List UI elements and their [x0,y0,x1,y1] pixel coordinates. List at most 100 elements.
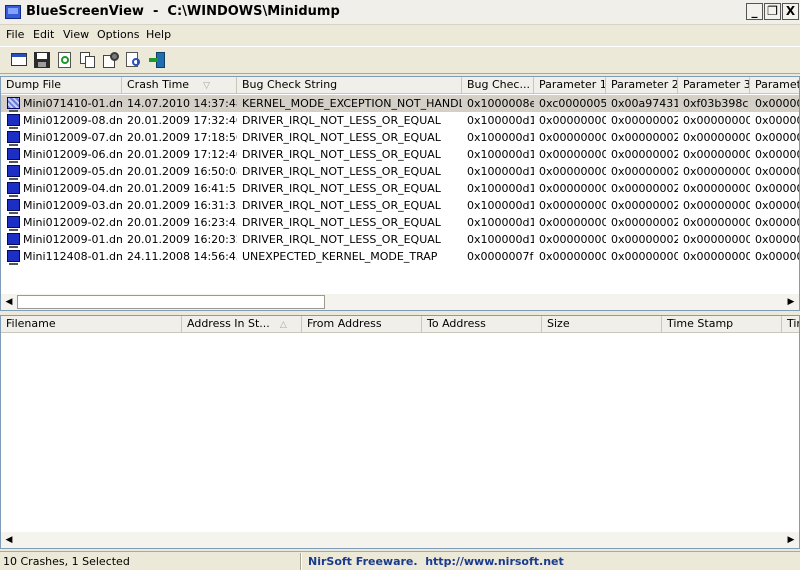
driver-list-hscrollbar[interactable]: ◀ ▶ [1,532,799,548]
cell-dump-file: Mini012009-08.dmp [23,114,122,127]
column-parameter-2[interactable]: Parameter 2 [606,77,678,94]
cell-bug-check-string: DRIVER_IRQL_NOT_LESS_OR_EQUAL [242,114,441,127]
find-icon[interactable] [125,51,143,69]
driver-list-header: Filename Address In St... △ From Address … [1,316,799,333]
driver-list[interactable]: Filename Address In St... △ From Address … [0,315,800,549]
cell-parameter-4: 0x000000 [755,97,799,110]
cell-dump-file: Mini012009-02.dmp [23,216,122,229]
column-parameter-3[interactable]: Parameter 3 [678,77,750,94]
column-filename[interactable]: Filename [1,316,182,333]
table-row[interactable]: Mini112408-01.dmp 24.11.2008 14:56:45 UNEX… [1,248,799,265]
cell-parameter-1: 0xc0000005 [539,97,606,110]
cell-bug-check-code: 0x100000d1 [467,233,534,246]
column-time-stamp[interactable]: Time Stamp [662,316,782,333]
cell-dump-file: Mini071410-01.dmp [23,97,122,110]
cell-bug-check-string: DRIVER_IRQL_NOT_LESS_OR_EQUAL [242,233,441,246]
cell-parameter-3: 0x00000000 [683,131,750,144]
scroll-right-icon[interactable]: ▶ [783,532,799,548]
cell-crash-time: 20.01.2009 16:50:08 [127,165,237,178]
cell-parameter-4: 0x000000 [755,148,799,161]
cell-bug-check-code: 0x100000d1 [467,199,534,212]
cell-dump-file: Mini012009-01.dmp [23,233,122,246]
cell-bug-check-string: DRIVER_IRQL_NOT_LESS_OR_EQUAL [242,131,441,144]
scroll-left-icon[interactable]: ◀ [1,294,17,310]
menu-edit[interactable]: Edit [33,28,54,41]
cell-crash-time: 20.01.2009 16:41:51 [127,182,237,195]
cell-bug-check-string: KERNEL_MODE_EXCEPTION_NOT_HANDLED [242,97,462,110]
cell-parameter-2: 0x00000002 [611,114,678,127]
column-bug-check-string[interactable]: Bug Check String [237,77,462,94]
menu-options[interactable]: Options [97,28,139,41]
cell-bug-check-string: UNEXPECTED_KERNEL_MODE_TRAP [242,250,438,263]
cell-crash-time: 14.07.2010 14:37:48 [127,97,237,110]
cell-parameter-4: 0x000000 [755,131,799,144]
table-row[interactable]: Mini012009-01.dmp 20.01.2009 16:20:32 DRIV… [1,231,799,248]
cell-crash-time: 20.01.2009 17:32:40 [127,114,237,127]
column-dump-file[interactable]: Dump File [1,77,122,94]
cell-parameter-3: 0xf03b398c [683,97,749,110]
cell-dump-file: Mini112408-01.dmp [23,250,122,263]
scroll-right-icon[interactable]: ▶ [783,294,799,310]
scroll-thumb[interactable] [17,295,325,309]
column-parameter-1[interactable]: Parameter 1 [534,77,606,94]
menu-view[interactable]: View [63,28,89,41]
column-address-in-stack-label: Address In St... [187,317,270,330]
cell-bug-check-code: 0x1000008e [467,97,534,110]
cell-parameter-2: 0x00000002 [611,165,678,178]
save-icon[interactable] [33,51,51,69]
refresh-icon[interactable] [56,51,74,69]
cell-bug-check-code: 0x0000007f [467,250,534,263]
menu-file[interactable]: File [6,28,24,41]
dump-list[interactable]: Dump File Crash Time ▽ Bug Check String B… [0,76,800,311]
cell-parameter-1: 0x00000000 [539,233,606,246]
copy-icon[interactable] [79,51,97,69]
menu-bar: File Edit View Options Help [0,25,800,45]
column-to-address[interactable]: To Address [422,316,542,333]
cell-dump-file: Mini012009-06.dmp [23,148,122,161]
scroll-left-icon[interactable]: ◀ [1,532,17,548]
column-from-address[interactable]: From Address [302,316,422,333]
table-row[interactable]: Mini012009-04.dmp 20.01.2009 16:41:51 DRIV… [1,180,799,197]
cell-bug-check-string: DRIVER_IRQL_NOT_LESS_OR_EQUAL [242,165,441,178]
cell-parameter-1: 0x00000000 [539,148,606,161]
cell-parameter-2: 0x00000002 [611,199,678,212]
cell-crash-time: 20.01.2009 17:12:40 [127,148,237,161]
cell-parameter-1: 0x00000000 [539,182,606,195]
table-row[interactable]: Mini012009-03.dmp 20.01.2009 16:31:35 DRIV… [1,197,799,214]
exit-icon[interactable] [148,51,166,69]
close-button[interactable]: X [782,3,799,20]
cell-dump-file: Mini012009-05.dmp [23,165,122,178]
cell-bug-check-string: DRIVER_IRQL_NOT_LESS_OR_EQUAL [242,148,441,161]
table-row[interactable]: Mini012009-07.dmp 20.01.2009 17:18:56 DRIV… [1,129,799,146]
cell-bug-check-string: DRIVER_IRQL_NOT_LESS_OR_EQUAL [242,199,441,212]
status-nirsoft-link[interactable]: NirSoft Freeware. http://www.nirsoft.net [308,555,564,568]
cell-parameter-2: 0x00a97431 [611,97,678,110]
column-address-in-stack[interactable]: Address In St... △ [182,316,302,333]
minimize-button[interactable]: _ [746,3,763,20]
cell-dump-file: Mini012009-07.dmp [23,131,122,144]
table-row[interactable]: Mini012009-06.dmp 20.01.2009 17:12:40 DRIV… [1,146,799,163]
status-divider [300,553,302,570]
cell-parameter-1: 0x00000000 [539,165,606,178]
column-bug-check-code[interactable]: Bug Chec... [462,77,534,94]
table-row[interactable]: Mini012009-02.dmp 20.01.2009 16:23:45 DRIV… [1,214,799,231]
column-crash-time[interactable]: Crash Time ▽ [122,77,237,94]
column-parameter-4[interactable]: Paramete [750,77,799,94]
column-time-string[interactable]: Tin [782,316,799,333]
cell-parameter-3: 0x00000000 [683,148,750,161]
column-size[interactable]: Size [542,316,662,333]
dump-list-hscrollbar[interactable]: ◀ ▶ [1,294,799,310]
cell-crash-time: 20.01.2009 16:23:45 [127,216,237,229]
options-icon[interactable] [102,51,120,69]
cell-bug-check-code: 0x100000d1 [467,148,534,161]
menu-help[interactable]: Help [146,28,171,41]
restore-button[interactable]: ❐ [764,3,781,20]
cell-parameter-4: 0x000000 [755,199,799,212]
cell-dump-file: Mini012009-04.dmp [23,182,122,195]
properties-icon[interactable] [10,51,28,69]
table-row[interactable]: Mini012009-05.dmp 20.01.2009 16:50:08 DRIV… [1,163,799,180]
cell-crash-time: 24.11.2008 14:56:45 [127,250,237,263]
cell-parameter-4: 0x000000 [755,233,799,246]
table-row[interactable]: Mini071410-01.dmp 14.07.2010 14:37:48 KERN… [1,95,799,112]
table-row[interactable]: Mini012009-08.dmp 20.01.2009 17:32:40 DRIV… [1,112,799,129]
